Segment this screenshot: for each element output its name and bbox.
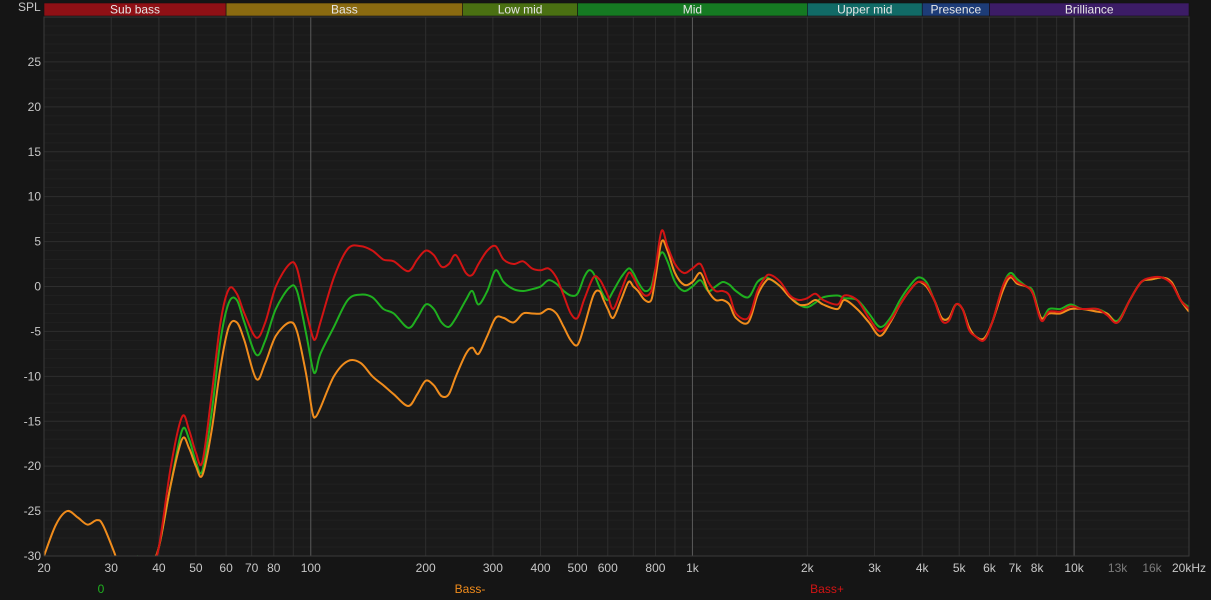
band-label: Sub bass — [110, 3, 160, 17]
y-tick-label: -15 — [24, 414, 42, 428]
band-label: Brilliance — [1065, 3, 1114, 17]
x-tick-label: 200 — [416, 561, 436, 575]
y-tick-label: 20 — [28, 100, 42, 114]
x-tick-label: 400 — [531, 561, 551, 575]
x-tick-label: 300 — [483, 561, 503, 575]
x-tick-label: 3k — [868, 561, 882, 575]
x-tick-label: 500 — [568, 561, 588, 575]
y-tick-label: 25 — [28, 55, 42, 69]
y-tick-label: -10 — [24, 369, 42, 383]
band-label: Mid — [683, 3, 702, 17]
x-tick-label: 7k — [1009, 561, 1023, 575]
x-tick-label: 60 — [219, 561, 233, 575]
x-tick-label: 20kHz — [1172, 561, 1206, 575]
x-tick-label: 1k — [686, 561, 700, 575]
band-label: Low mid — [498, 3, 543, 17]
y-tick-label: -20 — [24, 459, 42, 473]
y-axis-label: SPL — [18, 0, 41, 14]
band-label: Upper mid — [837, 3, 892, 17]
legend-entry: Bass+ — [810, 582, 844, 596]
legend-entry: 0 — [98, 582, 105, 596]
band-label: Bass — [331, 3, 358, 17]
x-tick-label: 16k — [1142, 561, 1162, 575]
band-strip: Sub bass Bass Low mid Mid Upper mid Presence B… — [43, 3, 1190, 17]
x-tick-label: 40 — [152, 561, 166, 575]
x-tick-label: 4k — [916, 561, 930, 575]
x-tick-label: 13k — [1108, 561, 1128, 575]
x-tick-label: 800 — [645, 561, 665, 575]
y-tick-label: -5 — [30, 324, 41, 338]
x-tick-label: 600 — [598, 561, 618, 575]
y-tick-label: -25 — [24, 504, 42, 518]
y-tick-label: 15 — [28, 145, 42, 159]
band-label: Presence — [930, 3, 981, 17]
x-tick-label: 10k — [1064, 561, 1084, 575]
x-tick-label: 100 — [301, 561, 321, 575]
y-tick-label: 10 — [28, 190, 42, 204]
y-tick-label: 5 — [34, 235, 41, 249]
legend-entry: Bass- — [455, 582, 486, 596]
x-tick-label: 6k — [983, 561, 997, 575]
x-tick-label: 5k — [953, 561, 967, 575]
x-tick-label: 20 — [37, 561, 51, 575]
y-tick-label: 0 — [34, 280, 41, 294]
x-tick-label: 50 — [189, 561, 203, 575]
x-tick-label: 8k — [1031, 561, 1045, 575]
x-tick-label: 80 — [267, 561, 281, 575]
x-tick-label: 70 — [245, 561, 259, 575]
frequency-response-chart: Sub bass Bass Low mid Mid Upper mid Presence B… — [0, 0, 1211, 600]
x-tick-label: 30 — [105, 561, 119, 575]
x-tick-label: 2k — [801, 561, 815, 575]
